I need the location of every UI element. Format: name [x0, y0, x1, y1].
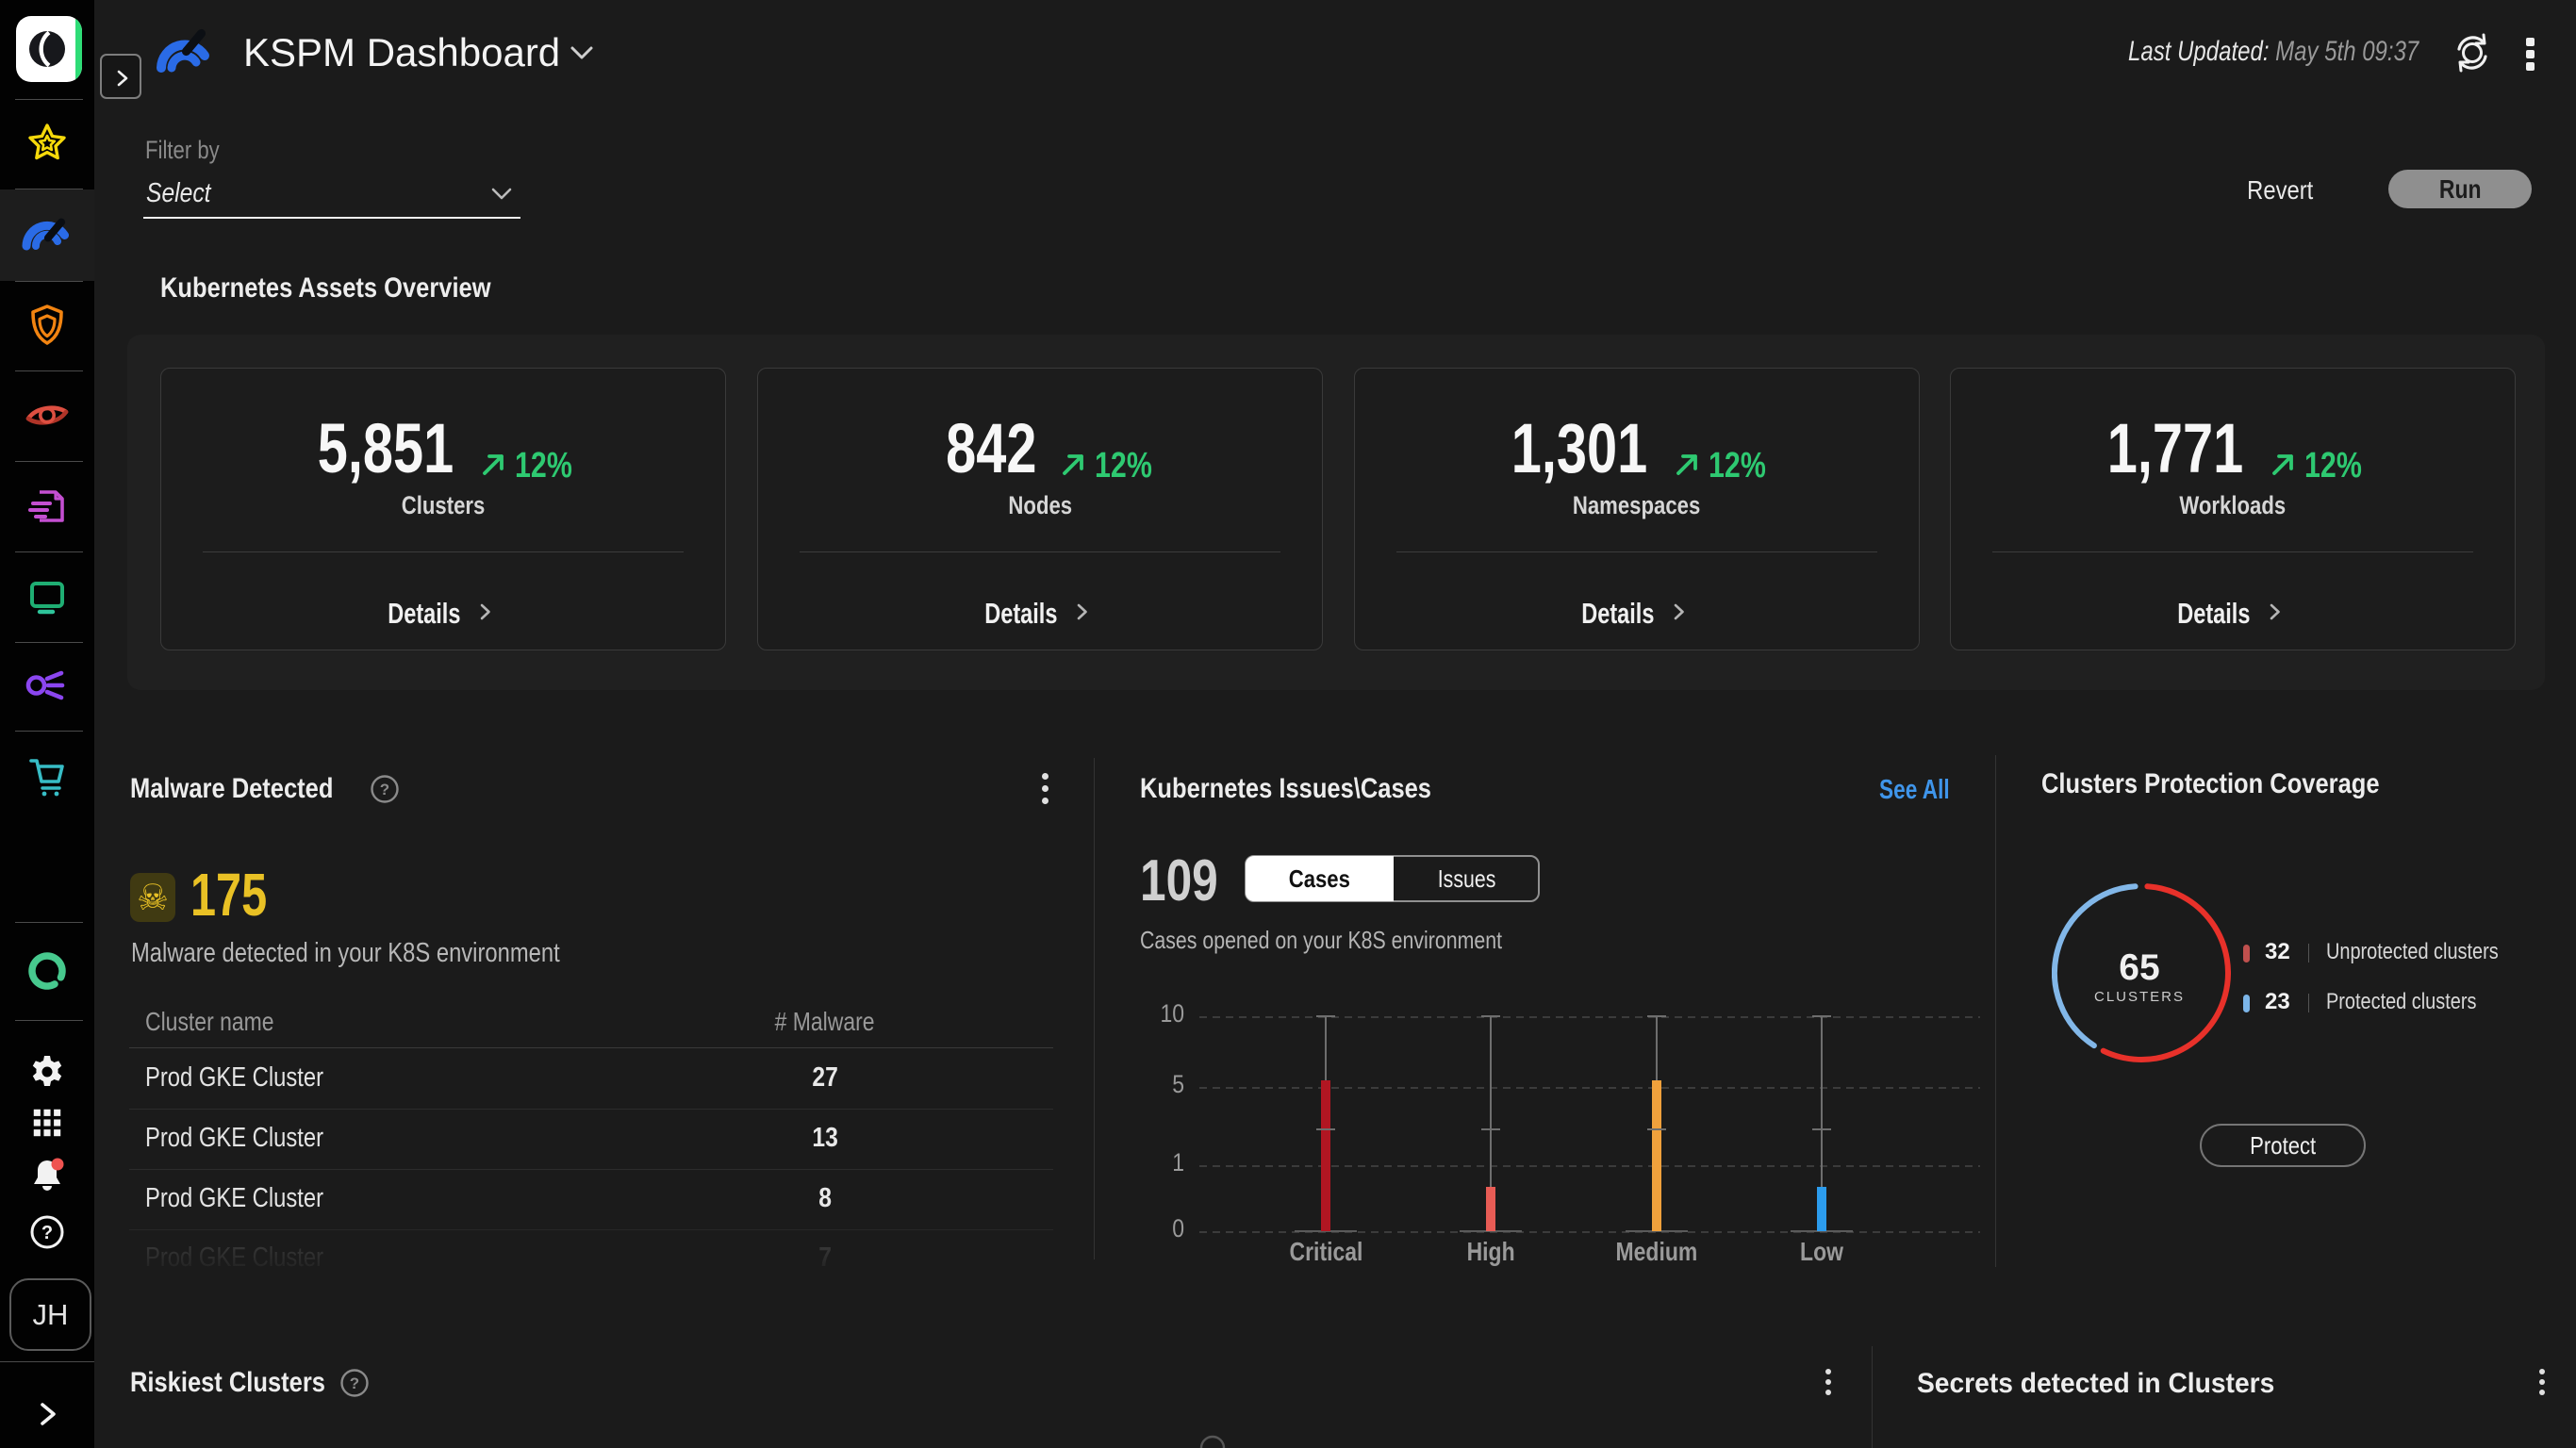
svg-text:?: ? [350, 1374, 359, 1392]
svg-text:?: ? [380, 781, 389, 798]
svg-text:?: ? [41, 1223, 53, 1243]
